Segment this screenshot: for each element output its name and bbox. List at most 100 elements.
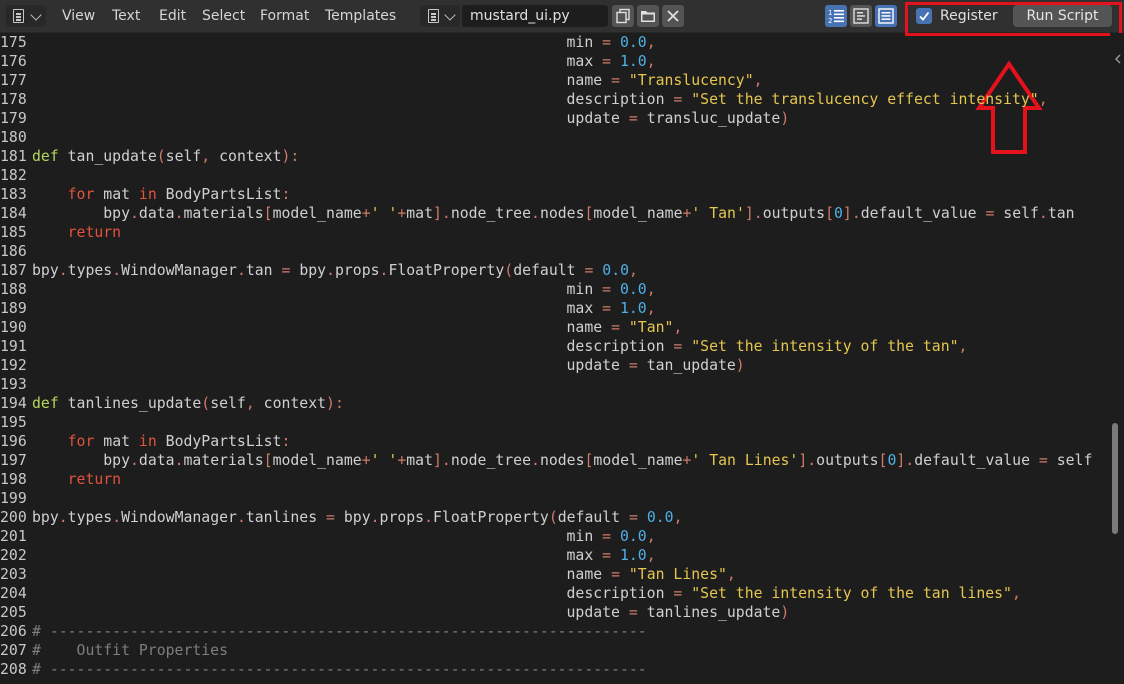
code-line[interactable]: 181 def tan_update(self, context): [0,147,299,166]
line-number: 196 [0,433,27,450]
code-line[interactable]: 188 min = 0.0, [0,280,656,299]
code-line[interactable]: 206 # -----------------------------------… [0,622,647,641]
unlink-text-button[interactable] [662,5,684,27]
menu-view[interactable]: View [62,0,95,32]
text-file-icon [428,9,439,23]
code-line[interactable]: 176 max = 1.0, [0,52,656,71]
code-token: ) [780,110,790,127]
code-line[interactable]: 194 def tanlines_update(self, context): [0,394,344,413]
code-line[interactable]: 182 [0,166,32,185]
code-token: tanlines [245,509,327,526]
code-token: bpy [32,452,130,469]
line-number: 190 [0,319,27,336]
code-line[interactable]: 185 return [0,223,121,242]
line-number: 198 [0,471,27,488]
code-line[interactable]: 205 update = tanlines_update) [0,603,789,622]
line-number: 200 [0,509,27,526]
code-line[interactable]: 198 return [0,470,121,489]
code-line[interactable]: 202 max = 1.0, [0,546,656,565]
code-token: 1.0 [611,547,647,564]
code-token: : [281,433,291,450]
code-line[interactable]: 178 description = "Set the translucency … [0,90,1048,109]
code-line[interactable]: 177 name = "Translucency", [0,71,763,90]
code-token: , [753,72,763,89]
code-token: ): [326,395,344,412]
code-token: = [611,566,620,583]
menu-text[interactable]: Text [112,0,140,32]
code-line[interactable]: 189 max = 1.0, [0,299,656,318]
new-text-button[interactable] [612,5,634,27]
code-token: for [67,433,95,450]
code-token: max [32,547,603,564]
code-line[interactable]: 193 [0,375,32,394]
code-token: return [67,471,122,488]
code-token: WindowManager [121,262,237,279]
line-number: 204 [0,585,27,602]
code-line[interactable]: 196 for mat in BodyPartsList: [0,432,290,451]
code-token: node_tree [450,205,532,222]
code-line[interactable]: 197 bpy.data.materials[model_name+' '+ma… [0,451,1092,470]
code-line[interactable]: 208 # -----------------------------------… [0,660,647,679]
menu-templates[interactable]: Templates [325,0,396,32]
code-line[interactable]: 201 min = 0.0, [0,527,656,546]
menu-edit[interactable]: Edit [159,0,186,32]
code-token: "Tan Lines" [619,566,727,583]
code-token: in [138,186,157,203]
line-number: 187 [0,262,27,279]
code-line[interactable]: 207 # Outfit Properties [0,641,228,660]
code-token: [ [263,452,273,469]
chevron-left-icon[interactable] [1114,54,1122,64]
line-number: 180 [0,129,27,146]
code-token: "Translucency" [619,72,754,89]
code-token: 0.0 [611,528,647,545]
syntax-highlight-toggle[interactable] [875,5,897,27]
code-token: . [112,509,122,526]
code-line[interactable]: 183 for mat in BodyPartsList: [0,185,290,204]
code-token: props [379,509,425,526]
line-number: 189 [0,300,27,317]
code-line[interactable]: 204 description = "Set the intensity of … [0,584,1021,603]
line-numbers-toggle[interactable]: 1 2 [825,5,847,27]
code-token: model_name [593,205,683,222]
text-browse-selector[interactable] [420,5,460,27]
code-token: ]. [798,452,817,469]
code-token: + [361,205,371,222]
line-number: 195 [0,414,27,431]
close-icon [667,10,679,22]
code-line[interactable]: 191 description = "Set the intensity of … [0,337,967,356]
code-token: , [201,148,211,165]
code-line[interactable]: 180 [0,128,32,147]
code-token: , [646,281,656,298]
code-line[interactable]: 184 bpy.data.materials[model_name+' '+ma… [0,204,1075,223]
code-token: ( [548,509,558,526]
code-line[interactable]: 200 bpy.types.WindowManager.tanlines = bp… [0,508,683,527]
code-line[interactable]: 195 [0,413,32,432]
menu-format[interactable]: Format [260,0,309,32]
word-wrap-toggle[interactable] [850,5,872,27]
scrollbar-thumb[interactable] [1112,423,1118,534]
code-line[interactable]: 186 [0,242,32,261]
code-token: bpy [334,509,371,526]
editor-type-selector[interactable] [6,5,46,27]
code-line[interactable]: 179 update = transluc_update) [0,109,789,128]
code-line[interactable]: 203 name = "Tan Lines", [0,565,736,584]
code-token: BodyPartsList [156,186,282,203]
code-line[interactable]: 190 name = "Tan", [0,318,682,337]
code-token: ]. [896,452,915,469]
code-token: def [32,148,59,165]
menu-select[interactable]: Select [202,0,245,32]
code-editor[interactable]: 175 min = 0.0, 176 max = 1.0, 177 name =… [0,33,1110,684]
code-token: model_name [272,205,362,222]
open-text-button[interactable] [637,5,659,27]
code-line[interactable]: 199 [0,489,32,508]
code-line[interactable]: 192 update = tan_update) [0,356,745,375]
folder-icon [641,11,655,22]
code-line[interactable]: 175 min = 0.0, [0,33,656,52]
code-token: tanlines_update [637,604,781,621]
code-token: . [58,262,68,279]
code-line[interactable]: 187 bpy.types.WindowManager.tan = bpy.pro… [0,261,638,280]
text-name-field[interactable]: mustard_ui.py [462,5,608,27]
vertical-scrollbar[interactable] [1110,33,1124,684]
